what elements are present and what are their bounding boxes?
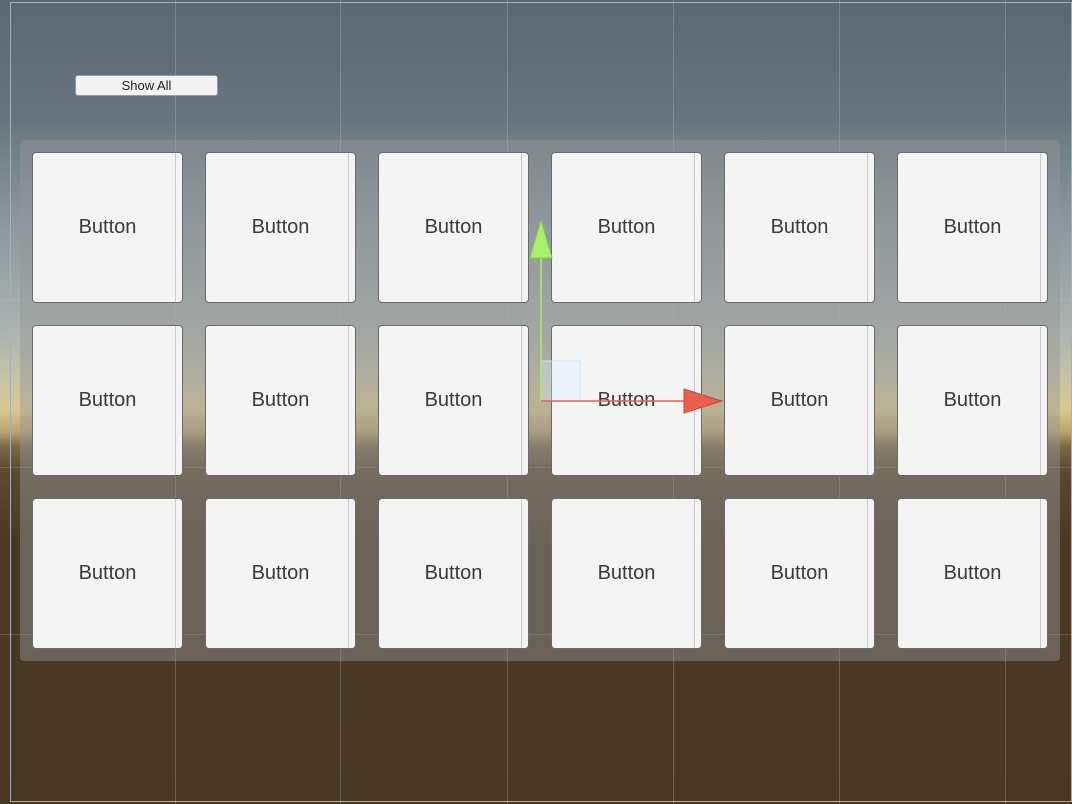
grid-button[interactable]: Button bbox=[32, 325, 183, 476]
button-grid-panel: Button Button Button Button Button Button Butt… bbox=[20, 140, 1060, 661]
grid-button[interactable]: Button bbox=[724, 325, 875, 476]
grid-button[interactable]: Button bbox=[205, 498, 356, 649]
grid-button[interactable]: Button bbox=[378, 325, 529, 476]
grid-button[interactable]: Button bbox=[897, 325, 1048, 476]
grid-button[interactable]: Button bbox=[724, 498, 875, 649]
grid-button[interactable]: Button bbox=[551, 325, 702, 476]
grid-button[interactable]: Button bbox=[378, 152, 529, 303]
grid-button[interactable]: Button bbox=[551, 152, 702, 303]
grid-button[interactable]: Button bbox=[378, 498, 529, 649]
button-grid: Button Button Button Button Button Button Butt… bbox=[32, 152, 1048, 649]
grid-button[interactable]: Button bbox=[32, 152, 183, 303]
grid-button[interactable]: Button bbox=[551, 498, 702, 649]
show-all-button[interactable]: Show All bbox=[75, 75, 218, 96]
grid-button[interactable]: Button bbox=[897, 152, 1048, 303]
grid-button[interactable]: Button bbox=[205, 325, 356, 476]
grid-button[interactable]: Button bbox=[897, 498, 1048, 649]
grid-button[interactable]: Button bbox=[724, 152, 875, 303]
grid-button[interactable]: Button bbox=[205, 152, 356, 303]
grid-button[interactable]: Button bbox=[32, 498, 183, 649]
